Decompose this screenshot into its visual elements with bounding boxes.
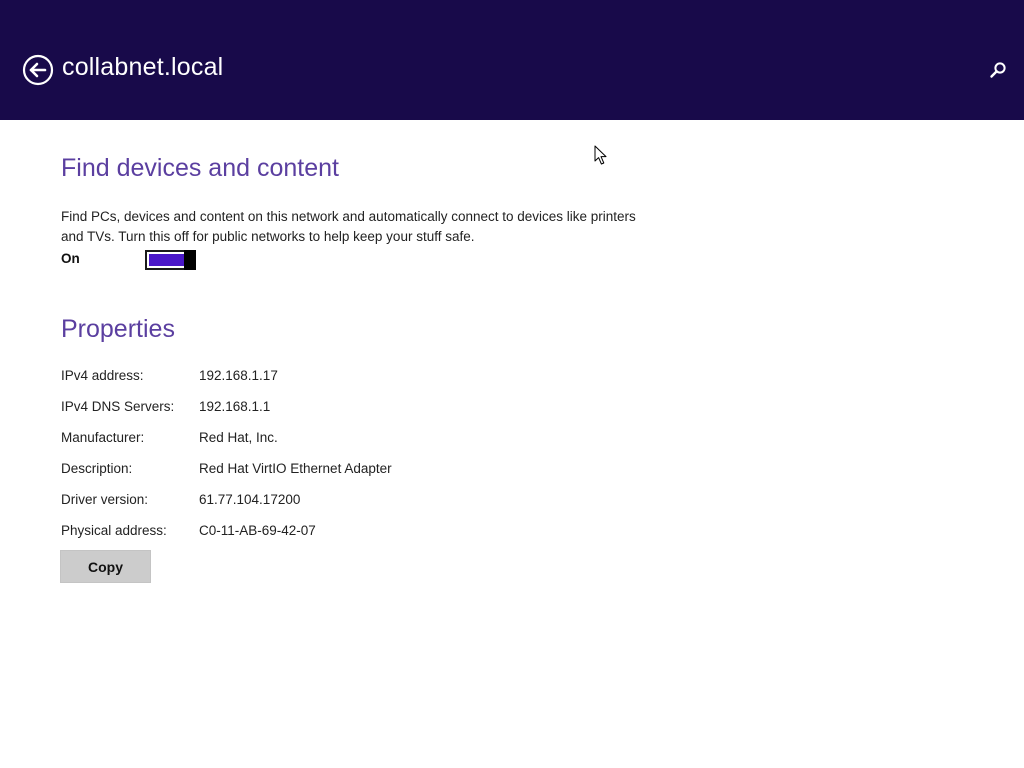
- copy-button[interactable]: Copy: [60, 550, 151, 583]
- property-value: 61.77.104.17200: [199, 492, 301, 507]
- property-label: Driver version:: [61, 492, 149, 507]
- toggle-fill: [149, 254, 184, 266]
- property-value: 192.168.1.1: [199, 399, 271, 414]
- property-label: IPv4 DNS Servers:: [61, 399, 175, 414]
- property-label: Physical address:: [61, 523, 167, 538]
- search-button[interactable]: [988, 60, 1008, 80]
- page-title: collabnet.local: [62, 53, 224, 81]
- property-value: Red Hat, Inc.: [199, 430, 278, 445]
- property-label: Manufacturer:: [61, 430, 145, 445]
- back-arrow-circle-icon: [22, 54, 54, 86]
- search-icon: [990, 62, 1006, 78]
- property-label: Description:: [61, 461, 133, 476]
- property-value: Red Hat VirtIO Ethernet Adapter: [199, 461, 392, 476]
- properties-heading: Properties: [61, 315, 175, 343]
- toggle-thumb[interactable]: [184, 250, 196, 270]
- toggle-state-label: On: [61, 251, 80, 266]
- app-header: collabnet.local: [0, 0, 1024, 120]
- property-value: C0-11-AB-69-42-07: [199, 523, 316, 538]
- property-value: 192.168.1.17: [199, 368, 278, 383]
- find-devices-description: Find PCs, devices and content on this ne…: [61, 209, 636, 244]
- find-devices-toggle[interactable]: [145, 250, 196, 270]
- property-label: IPv4 address:: [61, 368, 144, 383]
- find-devices-heading: Find devices and content: [61, 154, 339, 182]
- mouse-cursor-icon: [594, 145, 607, 165]
- back-button[interactable]: [22, 54, 54, 86]
